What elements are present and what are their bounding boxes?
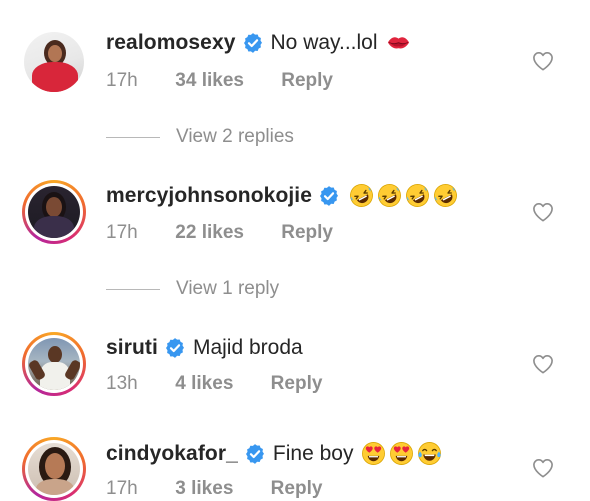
view-replies-button[interactable]: View 1 reply	[106, 278, 279, 300]
replies-divider	[106, 288, 160, 290]
comment-username[interactable]: cindyokafor_	[106, 442, 238, 466]
comment-timestamp: 17h	[106, 478, 138, 499]
like-heart-icon[interactable]	[532, 202, 554, 222]
heart-eyes-icon	[361, 441, 386, 466]
view-replies-label: View 2 replies	[176, 126, 294, 147]
tears-of-joy-icon	[417, 441, 442, 466]
likes-count[interactable]: 34 likes	[175, 70, 244, 92]
rolling-laughing-icon	[377, 183, 402, 208]
reply-button[interactable]: Reply	[271, 373, 323, 395]
comment-username[interactable]: realomosexy	[106, 31, 236, 55]
likes-count[interactable]: 4 likes	[175, 373, 233, 395]
likes-count[interactable]: 22 likes	[175, 222, 244, 244]
like-heart-icon[interactable]	[532, 458, 554, 478]
rolling-laughing-icon	[405, 183, 430, 208]
comment-username[interactable]: mercyjohnsonokojie	[106, 184, 312, 208]
verified-badge-icon	[244, 443, 266, 465]
avatar[interactable]	[22, 437, 86, 501]
reply-button[interactable]: Reply	[281, 70, 333, 92]
likes-count[interactable]: 3 likes	[175, 478, 233, 500]
replies-divider	[106, 136, 160, 138]
heart-eyes-icon	[389, 441, 414, 466]
verified-badge-icon	[318, 185, 340, 207]
avatar[interactable]	[24, 32, 84, 92]
rolling-laughing-icon	[433, 183, 458, 208]
comment-timestamp: 13h	[106, 373, 138, 394]
verified-badge-icon	[164, 337, 186, 359]
like-heart-icon[interactable]	[532, 354, 554, 374]
avatar[interactable]	[22, 180, 86, 244]
comment-timestamp: 17h	[106, 70, 138, 91]
comment-username[interactable]: siruti	[106, 336, 158, 360]
comment-text: Majid broda	[192, 336, 303, 359]
verified-badge-icon	[242, 32, 264, 54]
view-replies-button[interactable]: View 2 replies	[106, 126, 294, 148]
reply-button[interactable]: Reply	[281, 222, 333, 244]
reply-button[interactable]: Reply	[271, 478, 323, 500]
kiss-mark-icon	[386, 30, 411, 55]
rolling-laughing-icon	[349, 183, 374, 208]
comment-timestamp: 17h	[106, 222, 138, 243]
comment-text: Fine boy	[272, 441, 354, 465]
view-replies-label: View 1 reply	[176, 278, 280, 299]
like-heart-icon[interactable]	[532, 51, 554, 71]
avatar[interactable]	[22, 332, 86, 396]
comment-text: No way...lol	[270, 30, 378, 54]
